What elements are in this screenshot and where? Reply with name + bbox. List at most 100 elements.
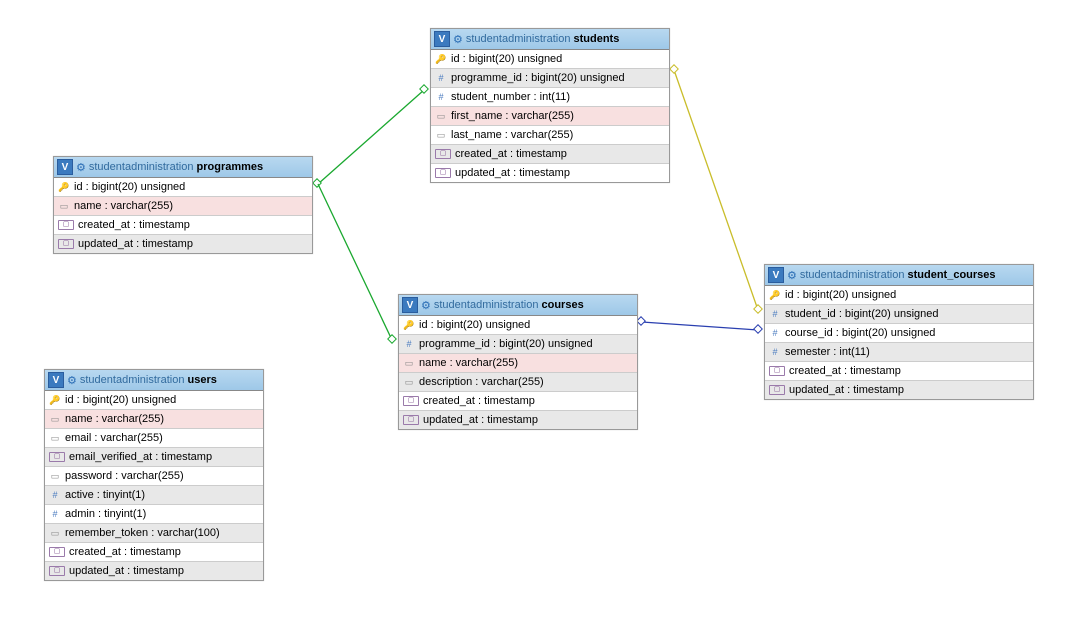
column-label: updated_at : timestamp <box>789 384 904 396</box>
table-student_courses[interactable]: V⚙studentadministration student_courses🔑… <box>764 264 1034 400</box>
table-name-label: student_courses <box>908 269 996 281</box>
column-label: course_id : bigint(20) unsigned <box>785 327 935 339</box>
column-row[interactable]: ▢updated_at : timestamp <box>765 381 1033 399</box>
column-label: created_at : timestamp <box>69 546 181 558</box>
column-row[interactable]: ▢created_at : timestamp <box>399 392 637 411</box>
view-badge-icon: V <box>402 297 418 313</box>
table-header[interactable]: V⚙studentadministration student_courses <box>765 265 1033 286</box>
table-header[interactable]: V⚙studentadministration users <box>45 370 263 391</box>
column-label: id : bigint(20) unsigned <box>65 394 176 406</box>
gear-icon[interactable]: ⚙ <box>421 299 431 312</box>
column-row[interactable]: ▢updated_at : timestamp <box>431 164 669 182</box>
string-icon: ▭ <box>49 528 61 539</box>
column-row[interactable]: ▭ last_name : varchar(255) <box>431 126 669 145</box>
number-icon: # <box>49 490 61 500</box>
schema-label: studentadministration <box>800 269 905 281</box>
column-row[interactable]: ▭name : varchar(255) <box>399 354 637 373</box>
column-row[interactable]: ▢ created_at : timestamp <box>54 216 312 235</box>
column-row[interactable]: ▢ created_at : timestamp <box>765 362 1033 381</box>
column-row[interactable]: ▢created_at : timestamp <box>431 145 669 164</box>
column-row[interactable]: ▭name : varchar(255) <box>54 197 312 216</box>
column-label: created_at : timestamp <box>789 365 901 377</box>
string-icon: ▭ <box>49 471 61 482</box>
column-row[interactable]: # active : tinyint(1) <box>45 486 263 505</box>
table-courses[interactable]: V⚙studentadministration courses🔑id : big… <box>398 294 638 430</box>
column-row[interactable]: #admin : tinyint(1) <box>45 505 263 524</box>
key-icon: 🔑 <box>769 290 781 301</box>
schema-label: studentadministration <box>466 33 571 45</box>
column-row[interactable]: ▢ updated_at : timestamp <box>54 235 312 253</box>
gear-icon[interactable]: ⚙ <box>453 33 463 46</box>
column-label: active : tinyint(1) <box>65 489 145 501</box>
table-header[interactable]: V⚙studentadministration students <box>431 29 669 50</box>
column-row[interactable]: ▢created_at : timestamp <box>45 543 263 562</box>
schema-label: studentadministration <box>434 299 539 311</box>
key-icon: 🔑 <box>58 182 70 193</box>
column-row[interactable]: 🔑id : bigint(20) unsigned <box>399 316 637 335</box>
gear-icon[interactable]: ⚙ <box>76 161 86 174</box>
column-row[interactable]: ▢updated_at : timestamp <box>45 562 263 580</box>
table-header[interactable]: V⚙studentadministration programmes <box>54 157 312 178</box>
column-row[interactable]: #student_id : bigint(20) unsigned <box>765 305 1033 324</box>
column-label: id : bigint(20) unsigned <box>451 53 562 65</box>
gear-icon[interactable]: ⚙ <box>787 269 797 282</box>
column-row[interactable]: ▭ name : varchar(255) <box>45 410 263 429</box>
column-row[interactable]: 🔑 id : bigint(20) unsigned <box>765 286 1033 305</box>
column-label: last_name : varchar(255) <box>451 129 573 141</box>
column-label: updated_at : timestamp <box>78 238 193 250</box>
date-icon: ▢ <box>769 366 785 376</box>
column-row[interactable]: ▢ email_verified_at : timestamp <box>45 448 263 467</box>
column-label: created_at : timestamp <box>78 219 190 231</box>
column-label: description : varchar(255) <box>419 376 544 388</box>
gear-icon[interactable]: ⚙ <box>67 374 77 387</box>
number-icon: # <box>403 339 415 349</box>
table-programmes[interactable]: V⚙studentadministration programmes🔑id : … <box>53 156 313 254</box>
column-label: name : varchar(255) <box>65 413 164 425</box>
string-icon: ▭ <box>435 130 447 141</box>
table-header[interactable]: V⚙studentadministration courses <box>399 295 637 316</box>
column-label: programme_id : bigint(20) unsigned <box>451 72 625 84</box>
date-icon: ▢ <box>435 168 451 178</box>
column-label: programme_id : bigint(20) unsigned <box>419 338 593 350</box>
string-icon: ▭ <box>435 111 447 122</box>
key-icon: 🔑 <box>435 54 447 65</box>
schema-label: studentadministration <box>89 161 194 173</box>
column-row[interactable]: ▢updated_at : timestamp <box>399 411 637 429</box>
view-badge-icon: V <box>57 159 73 175</box>
column-label: email_verified_at : timestamp <box>69 451 212 463</box>
column-row[interactable]: ▭remember_token : varchar(100) <box>45 524 263 543</box>
column-row[interactable]: #student_number : int(11) <box>431 88 669 107</box>
column-label: name : varchar(255) <box>74 200 173 212</box>
date-icon: ▢ <box>58 220 74 230</box>
column-row[interactable]: 🔑 id : bigint(20) unsigned <box>45 391 263 410</box>
date-icon: ▢ <box>49 452 65 462</box>
string-icon: ▭ <box>403 358 415 369</box>
column-row[interactable]: 🔑 id : bigint(20) unsigned <box>431 50 669 69</box>
column-row[interactable]: 🔑id : bigint(20) unsigned <box>54 178 312 197</box>
column-label: first_name : varchar(255) <box>451 110 574 122</box>
string-icon: ▭ <box>49 414 61 425</box>
number-icon: # <box>435 92 447 102</box>
date-icon: ▢ <box>58 239 74 249</box>
table-users[interactable]: V⚙studentadministration users 🔑 id : bigin… <box>44 369 264 581</box>
column-row[interactable]: ▭description : varchar(255) <box>399 373 637 392</box>
column-label: updated_at : timestamp <box>423 414 538 426</box>
key-icon: 🔑 <box>49 395 61 406</box>
column-row[interactable]: #semester : int(11) <box>765 343 1033 362</box>
number-icon: # <box>769 347 781 357</box>
column-row[interactable]: ▭ password : varchar(255) <box>45 467 263 486</box>
number-icon: # <box>435 73 447 83</box>
column-label: id : bigint(20) unsigned <box>419 319 530 331</box>
column-row[interactable]: # course_id : bigint(20) unsigned <box>765 324 1033 343</box>
column-row[interactable]: # programme_id : bigint(20) unsigned <box>431 69 669 88</box>
string-icon: ▭ <box>49 433 61 444</box>
table-students[interactable]: V⚙studentadministration students 🔑 id : bi… <box>430 28 670 183</box>
column-label: id : bigint(20) unsigned <box>785 289 896 301</box>
column-label: created_at : timestamp <box>455 148 567 160</box>
column-row[interactable]: ▭ first_name : varchar(255) <box>431 107 669 126</box>
column-label: student_id : bigint(20) unsigned <box>785 308 939 320</box>
column-row[interactable]: # programme_id : bigint(20) unsigned <box>399 335 637 354</box>
column-row[interactable]: ▭email : varchar(255) <box>45 429 263 448</box>
number-icon: # <box>769 328 781 338</box>
column-label: password : varchar(255) <box>65 470 184 482</box>
